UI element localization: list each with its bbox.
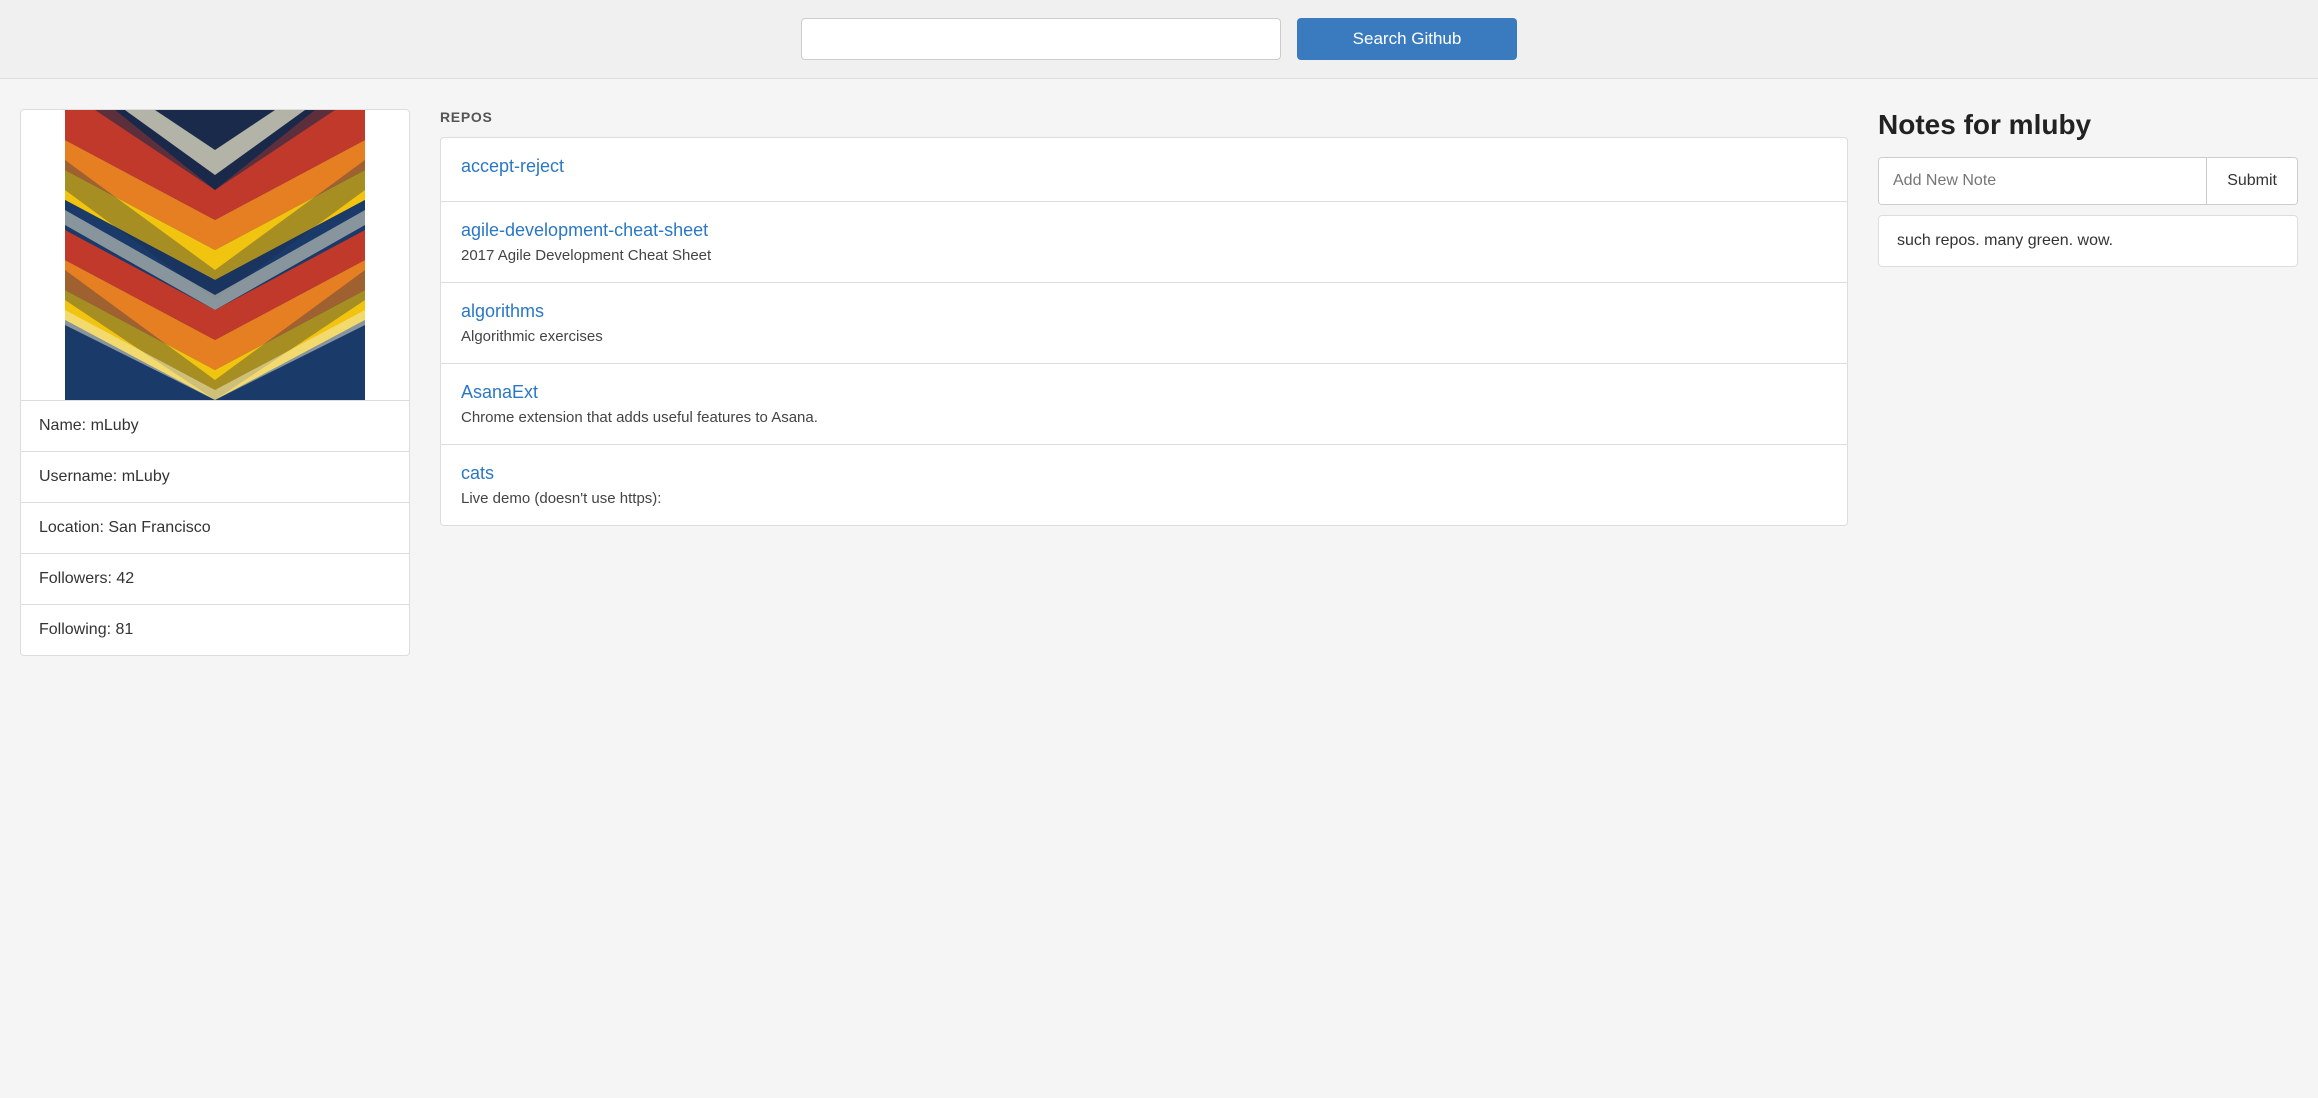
repos-section: REPOS accept-reject agile-development-che… xyxy=(440,109,1848,656)
notes-input-row: Submit xyxy=(1878,157,2298,205)
avatar xyxy=(21,110,409,400)
add-note-input[interactable] xyxy=(1879,158,2206,204)
repo-card: cats Live demo (doesn't use https): xyxy=(440,444,1848,526)
profile-followers: Followers: 42 xyxy=(21,553,409,604)
notes-section: Notes for mluby Submit such repos. many … xyxy=(1878,109,2298,656)
notes-title: Notes for mluby xyxy=(1878,109,2298,141)
search-github-button[interactable]: Search Github xyxy=(1297,18,1517,60)
repo-name[interactable]: cats xyxy=(461,463,1827,484)
repos-label: REPOS xyxy=(440,109,1848,125)
repo-description: Chrome extension that adds useful featur… xyxy=(461,409,1827,426)
profile-info: Name: mLuby Username: mLuby Location: Sa… xyxy=(21,400,409,655)
repo-card: accept-reject xyxy=(440,137,1848,201)
notes-list: such repos. many green. wow. xyxy=(1878,215,2298,267)
repo-description: Algorithmic exercises xyxy=(461,328,1827,345)
repo-card: AsanaExt Chrome extension that adds usefu… xyxy=(440,363,1848,444)
repo-name[interactable]: accept-reject xyxy=(461,156,1827,177)
repo-description: Live demo (doesn't use https): xyxy=(461,490,1827,507)
profile-location: Location: San Francisco xyxy=(21,502,409,553)
header: Search Github xyxy=(0,0,2318,79)
repo-card: agile-development-cheat-sheet 2017 Agile … xyxy=(440,201,1848,282)
main-content: Name: mLuby Username: mLuby Location: Sa… xyxy=(0,79,2318,676)
profile-name: Name: mLuby xyxy=(21,400,409,451)
profile-card: Name: mLuby Username: mLuby Location: Sa… xyxy=(20,109,410,656)
repo-name[interactable]: agile-development-cheat-sheet xyxy=(461,220,1827,241)
repo-description: 2017 Agile Development Cheat Sheet xyxy=(461,247,1827,264)
search-input[interactable] xyxy=(801,18,1281,60)
profile-following: Following: 81 xyxy=(21,604,409,655)
repos-list: accept-reject agile-development-cheat-she… xyxy=(440,137,1848,526)
repo-name[interactable]: AsanaExt xyxy=(461,382,1827,403)
repo-card: algorithms Algorithmic exercises xyxy=(440,282,1848,363)
note-item: such repos. many green. wow. xyxy=(1878,215,2298,267)
repo-name[interactable]: algorithms xyxy=(461,301,1827,322)
notes-submit-button[interactable]: Submit xyxy=(2206,158,2297,204)
profile-username: Username: mLuby xyxy=(21,451,409,502)
